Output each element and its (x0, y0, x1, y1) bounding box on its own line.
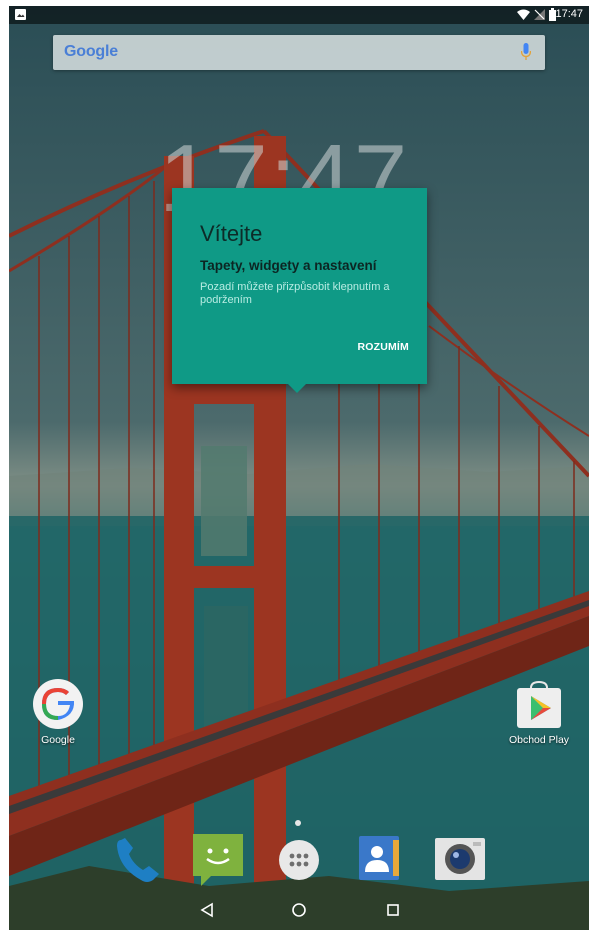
app-drawer-icon (279, 840, 319, 880)
dock-camera[interactable] (433, 834, 489, 886)
status-time: 17:47 (555, 8, 583, 20)
shortcut-play-store-label: Obchod Play (508, 734, 570, 746)
mic-icon[interactable] (521, 43, 531, 61)
signal-off-icon (534, 9, 545, 20)
contacts-icon (359, 836, 399, 880)
play-store-icon (517, 680, 561, 728)
dock-phone[interactable] (111, 834, 167, 886)
notification-image-icon (15, 9, 26, 20)
welcome-body: Pozadí můžete přizpůsobit klepnutím a po… (200, 281, 390, 306)
welcome-card: Vítejte Tapety, widgety a nastavení Poza… (172, 188, 427, 393)
shortcut-google[interactable]: Google (15, 678, 101, 746)
home-icon[interactable] (291, 902, 307, 918)
search-bar[interactable]: Google (53, 35, 545, 70)
welcome-title: Vítejte (200, 221, 263, 246)
dock-contacts[interactable] (355, 834, 411, 886)
shortcut-google-label: Google (41, 734, 75, 746)
card-pointer (288, 384, 306, 393)
shortcut-play-store[interactable]: Obchod Play (496, 680, 582, 746)
dock-messaging[interactable] (191, 834, 247, 886)
status-bar: 17:47 (9, 6, 589, 24)
phone-icon (117, 838, 159, 882)
recents-icon[interactable] (385, 902, 401, 918)
got-it-button[interactable]: ROZUMÍM (357, 341, 409, 353)
home-screen: 17:47 Google 17:47 Vítejte Tapety, widge… (9, 6, 589, 930)
camera-icon (435, 838, 485, 880)
messaging-icon (193, 834, 243, 886)
wifi-icon (517, 9, 530, 20)
google-icon (33, 679, 83, 729)
google-logo: Google (64, 43, 118, 60)
navigation-bar (9, 894, 589, 930)
dock-app-drawer[interactable] (275, 834, 331, 886)
back-icon[interactable] (199, 902, 215, 918)
page-indicator (295, 820, 301, 826)
welcome-subtitle: Tapety, widgety a nastavení (200, 258, 377, 273)
